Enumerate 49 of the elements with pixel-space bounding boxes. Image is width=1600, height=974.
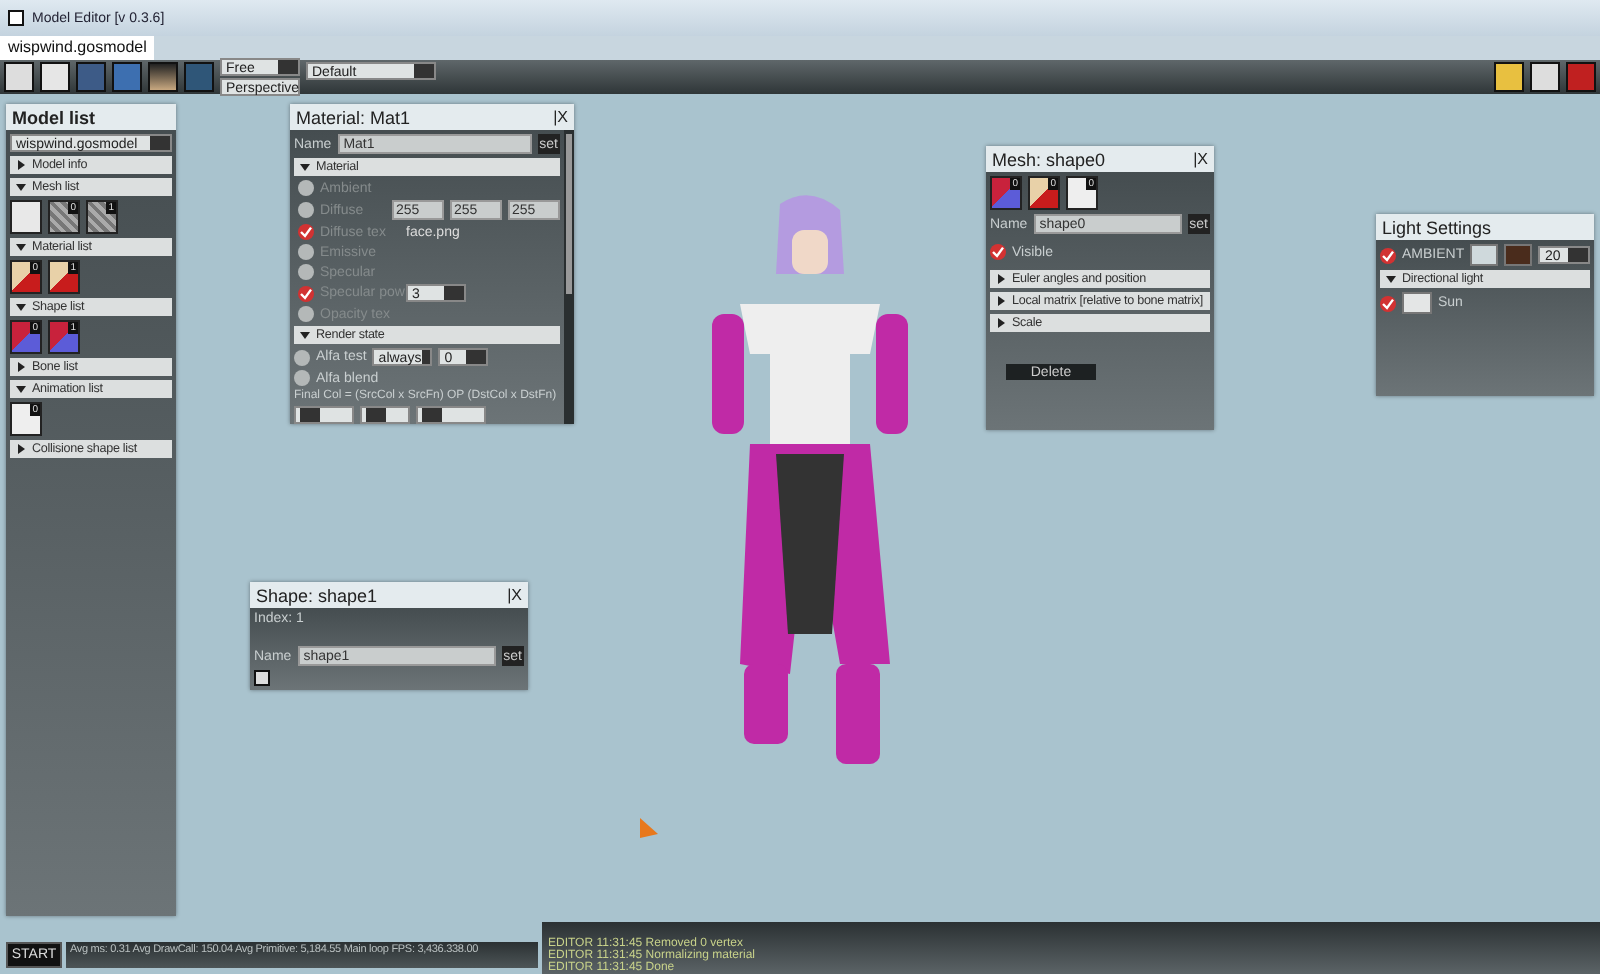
panel-title: Mesh: shape0 [992, 149, 1106, 169]
checked-checkbox[interactable] [298, 224, 314, 240]
file-tab[interactable]: wispwind.gosmodel [0, 36, 155, 60]
close-button[interactable]: |X [1193, 150, 1208, 168]
checkmark-icon [1382, 297, 1394, 309]
chevron-down-icon [300, 332, 310, 339]
unchecked-checkbox[interactable] [294, 370, 310, 386]
chevron-down-icon [300, 164, 310, 171]
chevron-right-icon [998, 274, 1005, 284]
chevron-right-icon [998, 296, 1005, 306]
checked-checkbox[interactable] [298, 285, 314, 301]
chevron-right-icon [18, 362, 25, 372]
unchecked-checkbox[interactable] [298, 202, 314, 218]
panel-title: Model list [12, 107, 96, 127]
checked-checkbox[interactable] [990, 244, 1006, 260]
destination-blend-dropdown[interactable] [416, 406, 486, 424]
chevron-down-icon [16, 304, 26, 311]
checkmark-icon [300, 226, 312, 238]
app-icon [8, 10, 24, 26]
checkmark-icon [300, 287, 312, 299]
chevron-right-icon [18, 444, 25, 454]
unchecked-checkbox[interactable] [298, 306, 314, 322]
scrollbar[interactable] [564, 130, 574, 424]
chevron-down-icon [1386, 276, 1396, 283]
chevron-right-icon [998, 318, 1005, 328]
panel-title: Light Settings [1382, 217, 1492, 237]
color-swatch[interactable] [1470, 244, 1499, 266]
close-button[interactable]: |X [507, 586, 522, 604]
panel-title: Material: Mat1 [296, 107, 411, 127]
unchecked-checkbox[interactable] [298, 180, 314, 196]
chevron-right-icon [18, 160, 25, 170]
checked-checkbox[interactable] [1380, 247, 1396, 263]
color-swatch[interactable] [1504, 244, 1533, 266]
chevron-down-icon [16, 184, 26, 191]
source-blend-dropdown[interactable] [294, 406, 354, 424]
checkmark-icon [1382, 249, 1394, 261]
unchecked-checkbox[interactable] [298, 244, 314, 260]
checked-checkbox[interactable] [1380, 295, 1396, 311]
panel-title: Shape: shape1 [256, 585, 378, 605]
chevron-down-icon [16, 386, 26, 393]
unchecked-checkbox[interactable] [294, 349, 310, 365]
chevron-down-icon [16, 244, 26, 251]
cursor-icon [640, 818, 658, 838]
close-button[interactable]: |X [553, 108, 568, 126]
unchecked-checkbox[interactable] [298, 264, 314, 280]
color-swatch[interactable] [1402, 292, 1432, 314]
doc-thumbnail-icon[interactable] [10, 200, 42, 234]
checkmark-icon [992, 246, 1004, 258]
blend-operation-dropdown[interactable] [360, 406, 410, 424]
